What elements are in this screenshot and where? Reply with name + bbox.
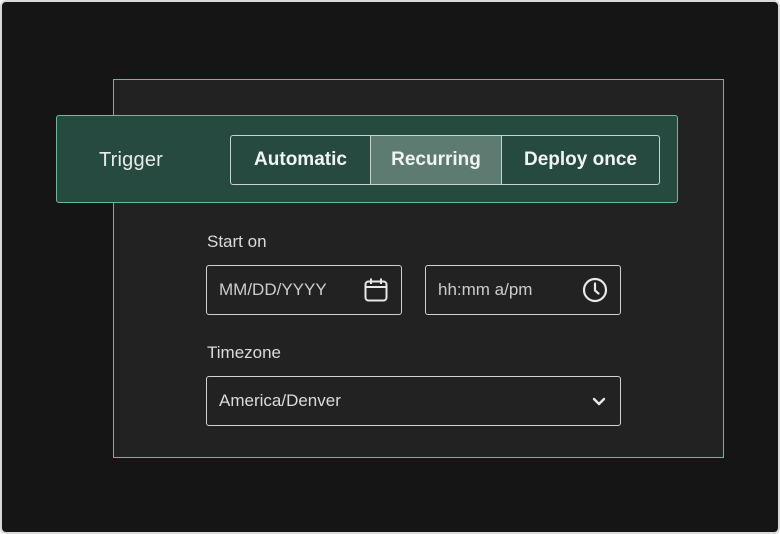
trigger-option-recurring[interactable]: Recurring: [371, 136, 502, 184]
trigger-segmented-control: Automatic Recurring Deploy once: [230, 135, 660, 185]
app-frame: Trigger Automatic Recurring Deploy once …: [0, 0, 780, 534]
timezone-value: America/Denver: [219, 391, 341, 410]
start-time-field[interactable]: hh:mm a/pm: [425, 265, 621, 315]
trigger-option-automatic[interactable]: Automatic: [231, 136, 371, 184]
start-date-placeholder: MM/DD/YYYY: [219, 280, 327, 299]
start-date-field[interactable]: MM/DD/YYYY: [206, 265, 402, 315]
timezone-select[interactable]: America/Denver: [206, 376, 621, 426]
start-time-placeholder: hh:mm a/pm: [438, 280, 533, 299]
chevron-down-icon[interactable]: [590, 392, 608, 410]
timezone-label: Timezone: [207, 343, 282, 362]
trigger-option-deploy-once[interactable]: Deploy once: [502, 136, 659, 184]
trigger-label: Trigger: [99, 149, 164, 171]
start-on-label: Start on: [207, 232, 267, 251]
clock-icon[interactable]: [582, 277, 608, 303]
calendar-icon[interactable]: [363, 277, 389, 303]
trigger-bar: Trigger Automatic Recurring Deploy once: [56, 115, 678, 203]
